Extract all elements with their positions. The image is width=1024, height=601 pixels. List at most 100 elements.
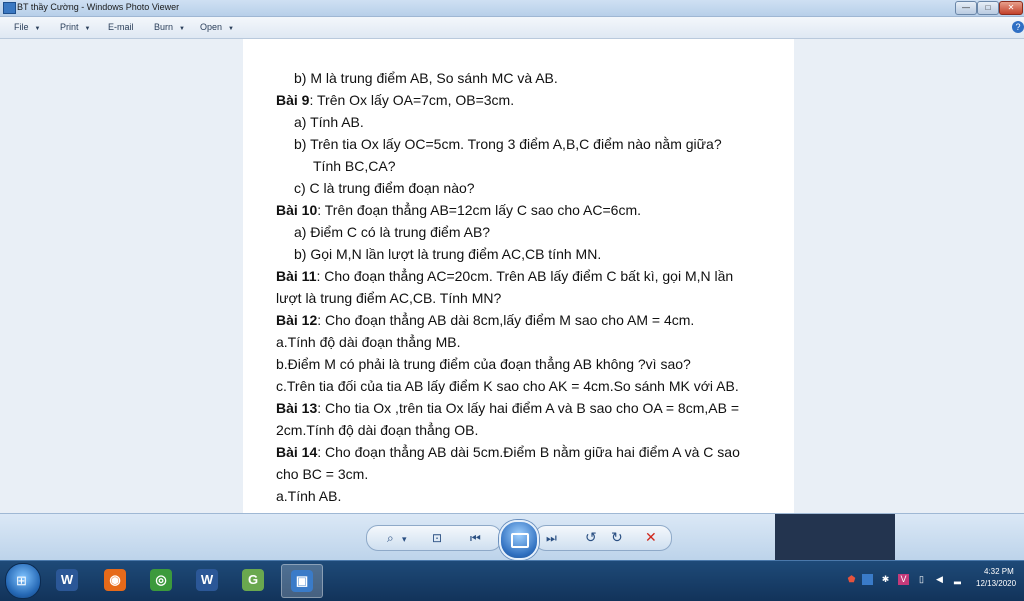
document-line: b) M là trung điểm AB, So sánh MC và AB.	[294, 70, 558, 87]
network-signal-icon[interactable]: ▂	[952, 574, 963, 585]
menu-bar: File ▼ Print ▼ E-mail Burn ▼ Open ▼ ?	[0, 17, 1024, 39]
document-line: b) Gọi M,N lần lượt là trung điểm AC,CB …	[294, 246, 601, 263]
document-line: Bài 14: Cho đoạn thẳng AB dài 5cm.Điểm B…	[276, 444, 740, 461]
line-text: : Trên đoạn thẳng AB=12cm lấy C sao cho …	[317, 202, 641, 218]
document-line: b) Trên tia Ox lấy OC=5cm. Trong 3 điểm …	[294, 136, 722, 153]
document-image: b) M là trung điểm AB, So sánh MC và AB.…	[243, 39, 794, 513]
v-app-icon[interactable]: V	[898, 574, 909, 585]
menu-file[interactable]: File ▼	[14, 22, 40, 32]
close-button[interactable]: ✕	[999, 1, 1023, 15]
chevron-down-icon: ▼	[228, 26, 234, 32]
minimize-button[interactable]: —	[955, 1, 977, 15]
geogebra-app-icon: G	[242, 569, 264, 591]
exercise-number: Bài 12	[276, 312, 318, 328]
previous-button[interactable]: ⏮	[470, 531, 481, 545]
zoom-button[interactable]: ⌕	[387, 531, 394, 545]
document-line: c) C là trung điểm đoạn nào?	[294, 180, 475, 197]
bluetooth-icon[interactable]: ✱	[880, 574, 891, 585]
line-text: c) C là trung điểm đoạn nào?	[294, 180, 475, 196]
slideshow-icon	[511, 533, 529, 548]
line-text: Tính BC,CA?	[313, 158, 396, 174]
rotate-clockwise-button[interactable]: ↻	[611, 530, 623, 544]
image-viewport[interactable]: b) M là trung điểm AB, So sánh MC và AB.…	[0, 39, 1024, 513]
taskbar-word-app-2[interactable]: W	[187, 564, 227, 596]
line-text: a) Điểm C có là trung điểm AB?	[294, 224, 491, 240]
delete-button[interactable]: ✕	[645, 530, 657, 544]
document-line: Bài 11: Cho đoạn thẳng AC=20cm. Trên AB …	[276, 268, 733, 285]
clock-date[interactable]: 12/13/2020	[976, 579, 1016, 588]
exercise-number: Bài 9	[276, 92, 310, 108]
menu-print-label: Print	[60, 22, 79, 32]
line-text: : Cho đoạn thẳng AB dài 5cm.Điểm B nằm g…	[317, 444, 740, 460]
menu-print[interactable]: Print ▼	[60, 22, 90, 32]
document-line: Tính BC,CA?	[313, 158, 395, 175]
line-text: a.Tính AB.	[276, 488, 342, 504]
document-line: cho BC = 3cm.	[276, 466, 368, 483]
line-text: b) Trên tia Ox lấy OC=5cm. Trong 3 điểm …	[294, 136, 722, 152]
menu-file-label: File	[14, 22, 29, 32]
line-text: a) Tính AB.	[294, 114, 364, 130]
chevron-down-icon: ▼	[84, 26, 91, 32]
chevron-down-icon: ▼	[34, 26, 41, 32]
taskbar: ⊞ W ◉ ◎ W G ▣ ⬟ ✱ V ▯ ◀ ▂ 4:32 PM 12/13/2020	[0, 560, 1024, 601]
line-text: b.Điểm M có phải là trung điểm của đoạn …	[276, 356, 691, 372]
word-app-2-icon: W	[196, 569, 218, 591]
actual-size-button[interactable]: ⊡	[432, 531, 442, 545]
playback-controls-bar: ⌕ ▾ ⊡ ⏮ ⏭ ↺ ↻ ✕	[0, 513, 1024, 561]
line-text: cho BC = 3cm.	[276, 466, 369, 482]
document-line: Bài 12: Cho đoạn thẳng AB dài 8cm,lấy đi…	[276, 312, 694, 329]
taskbar-word-app[interactable]: W	[47, 564, 87, 596]
line-text: c.Trên tia đối của tia AB lấy điểm K sao…	[276, 378, 739, 394]
document-line: c.Trên tia đối của tia AB lấy điểm K sao…	[276, 378, 739, 395]
document-line: b.Điểm M có phải là trung điểm của đoạn …	[276, 356, 691, 373]
document-line: lượt là trung điểm AC,CB. Tính MN?	[276, 290, 501, 307]
photo-viewer-app-icon: ▣	[291, 570, 313, 592]
title-bar: BT thầy Cường - Windows Photo Viewer — □…	[0, 0, 1024, 17]
line-text: a.Tính độ dài đoạn thẳng MB.	[276, 334, 461, 350]
app-tray-icon[interactable]	[862, 574, 873, 585]
taskbar-geogebra-app[interactable]: G	[233, 564, 273, 596]
volume-icon[interactable]: ◀	[934, 574, 945, 585]
menu-email[interactable]: E-mail	[108, 22, 134, 32]
line-text: lượt là trung điểm AC,CB. Tính MN?	[276, 290, 502, 306]
line-text: : Cho tia Ox ,trên tia Ox lấy hai điểm A…	[317, 400, 740, 416]
menu-burn[interactable]: Burn ▼	[154, 22, 185, 32]
shield-icon[interactable]: ⬟	[846, 574, 857, 585]
document-line: a.Tính AB.	[276, 488, 341, 505]
menu-burn-label: Burn	[154, 22, 174, 32]
windows-logo-icon: ⊞	[16, 573, 27, 588]
menu-open-label: Open	[200, 22, 223, 32]
photo-viewer-icon	[3, 2, 16, 14]
background-thumbnail	[775, 514, 895, 561]
next-button[interactable]: ⏭	[546, 531, 557, 545]
line-text: 2cm.Tính độ dài đoạn thẳng OB.	[276, 422, 479, 438]
help-icon[interactable]: ?	[1012, 21, 1024, 33]
taskbar-photo-viewer-app[interactable]: ▣	[281, 564, 323, 598]
exercise-number: Bài 11	[276, 268, 317, 284]
document-line: Bài 9: Trên Ox lấy OA=7cm, OB=3cm.	[276, 92, 514, 109]
document-line: 2cm.Tính độ dài đoạn thẳng OB.	[276, 422, 478, 439]
line-text: : Cho đoạn thẳng AB dài 8cm,lấy điểm M s…	[317, 312, 695, 328]
firefox-app-icon: ◉	[104, 569, 126, 591]
document-line: Bài 13: Cho tia Ox ,trên tia Ox lấy hai …	[276, 400, 739, 417]
start-button[interactable]: ⊞	[5, 563, 41, 599]
word-app-icon: W	[56, 569, 78, 591]
rotate-counterclockwise-button[interactable]: ↺	[585, 530, 597, 544]
line-text: b) Gọi M,N lần lượt là trung điểm AC,CB …	[294, 246, 602, 262]
taskbar-chrome-app[interactable]: ◎	[141, 564, 181, 596]
exercise-number: Bài 10	[276, 202, 318, 218]
maximize-button[interactable]: □	[977, 1, 999, 15]
zoom-caret-icon: ▾	[402, 534, 407, 544]
chevron-down-icon: ▼	[179, 26, 185, 32]
line-text: : Trên Ox lấy OA=7cm, OB=3cm.	[309, 92, 515, 108]
taskbar-firefox-app[interactable]: ◉	[95, 564, 135, 596]
document-line: a) Tính AB.	[294, 114, 364, 131]
slideshow-button[interactable]	[499, 520, 539, 560]
exercise-number: Bài 14	[276, 444, 318, 460]
exercise-number: Bài 13	[276, 400, 318, 416]
window-title: BT thầy Cường - Windows Photo Viewer	[17, 2, 180, 12]
clock-time[interactable]: 4:32 PM	[984, 567, 1014, 576]
battery-icon[interactable]: ▯	[916, 574, 927, 585]
menu-open[interactable]: Open ▼	[200, 22, 234, 32]
document-line: a.Tính độ dài đoạn thẳng MB.	[276, 334, 460, 351]
